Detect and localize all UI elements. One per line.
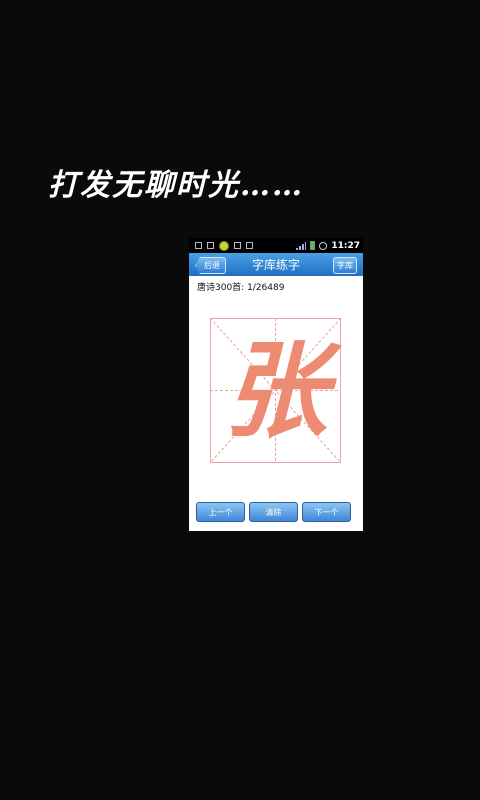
alarm-icon (319, 241, 328, 250)
android-icon (246, 242, 253, 249)
status-bar: 11:27 (189, 238, 363, 253)
back-button[interactable]: 后退 (195, 257, 226, 274)
notification-icon (195, 242, 202, 249)
title-bar: 后退 字库练字 字库 (189, 253, 363, 276)
status-time: 11:27 (331, 240, 360, 251)
progress-info: 唐诗300首: 1/26489 (197, 283, 285, 293)
clear-button[interactable]: 清除 (249, 502, 298, 522)
battery-icon (310, 241, 316, 250)
usb-icon (234, 242, 241, 249)
phone-screenshot: 11:27 后退 字库练字 字库 唐诗300首: 1/26489 张 上一个 清… (189, 238, 363, 531)
signal-icon (296, 241, 307, 250)
action-bar: 上一个 清除 下一个 (196, 502, 351, 522)
page-title: 字库练字 (251, 258, 300, 272)
practice-character: 张 (223, 328, 328, 452)
next-button[interactable]: 下一个 (302, 502, 351, 522)
image-icon (207, 242, 214, 249)
practice-grid[interactable]: 张 (210, 318, 341, 463)
app-icon (219, 240, 229, 251)
library-button[interactable]: 字库 (333, 257, 357, 274)
promo-caption: 打发无聊时光…… (48, 168, 304, 203)
prev-button[interactable]: 上一个 (196, 502, 245, 522)
